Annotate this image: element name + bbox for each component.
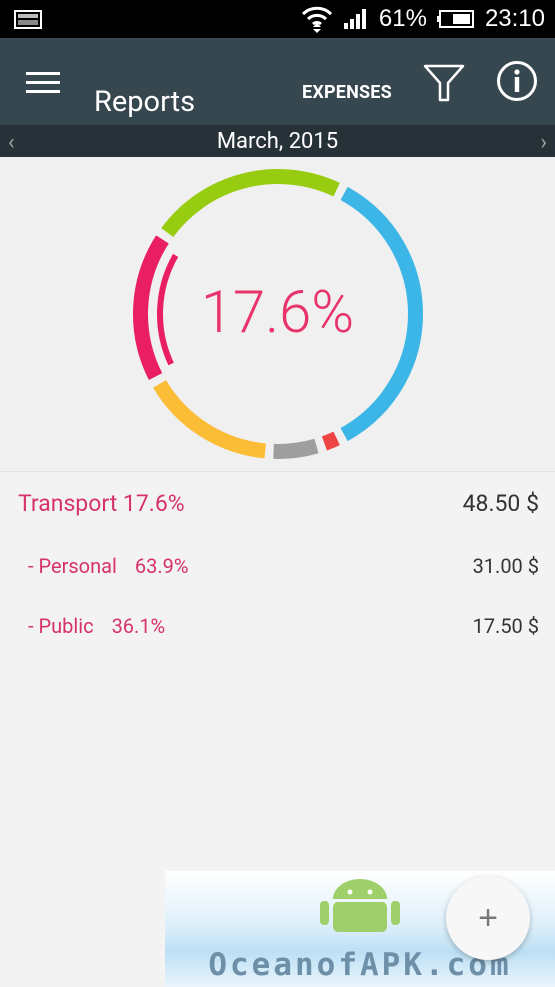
status-right: 61% 23:10: [301, 0, 545, 38]
signal-icon: [343, 9, 366, 29]
wifi-icon: [301, 6, 332, 33]
month-navigation: ‹ March, 2015 ›: [0, 125, 555, 157]
clock: 23:10: [484, 5, 545, 32]
app-bar: Reports EXPENSES: [0, 38, 555, 125]
info-icon[interactable]: [496, 60, 538, 102]
page-title: Reports: [94, 85, 196, 119]
month-label: March, 2015: [216, 129, 339, 154]
gallery-notification-icon: [14, 10, 42, 29]
subcategory-label: - Public: [28, 614, 94, 638]
donut-slice[interactable]: [161, 169, 340, 238]
android-logo-icon: [320, 879, 400, 932]
menu-icon[interactable]: [26, 72, 60, 94]
subcategory-percent: 63.9%: [134, 554, 189, 578]
battery-icon: [436, 10, 474, 28]
battery-percent: 61%: [378, 5, 427, 32]
subcategory-name: - Personal 63.9%: [28, 554, 189, 578]
subcategory-name: - Public 36.1%: [28, 614, 165, 638]
donut-slice[interactable]: [153, 379, 267, 459]
category-amount: 48.50 $: [462, 490, 539, 517]
add-transaction-button[interactable]: +: [446, 876, 530, 960]
subcategory-amount: 31.00 $: [472, 554, 539, 578]
subcategory-amount: 17.50 $: [472, 614, 539, 638]
category-name: Transport 17.6%: [18, 490, 185, 517]
subcategory-percent: 36.1%: [111, 614, 166, 638]
selected-percentage: 17.6%: [200, 279, 355, 347]
subcategory-label: - Personal: [28, 554, 117, 578]
filter-icon[interactable]: [423, 64, 465, 102]
expenses-toggle-button[interactable]: EXPENSES: [302, 82, 392, 103]
donut-slice[interactable]: [273, 438, 319, 459]
donut-slice[interactable]: [321, 431, 340, 451]
chart-panel: 17.6%: [0, 157, 555, 472]
next-month-button[interactable]: ›: [540, 130, 547, 155]
status-bar: 61% 23:10: [0, 0, 555, 38]
